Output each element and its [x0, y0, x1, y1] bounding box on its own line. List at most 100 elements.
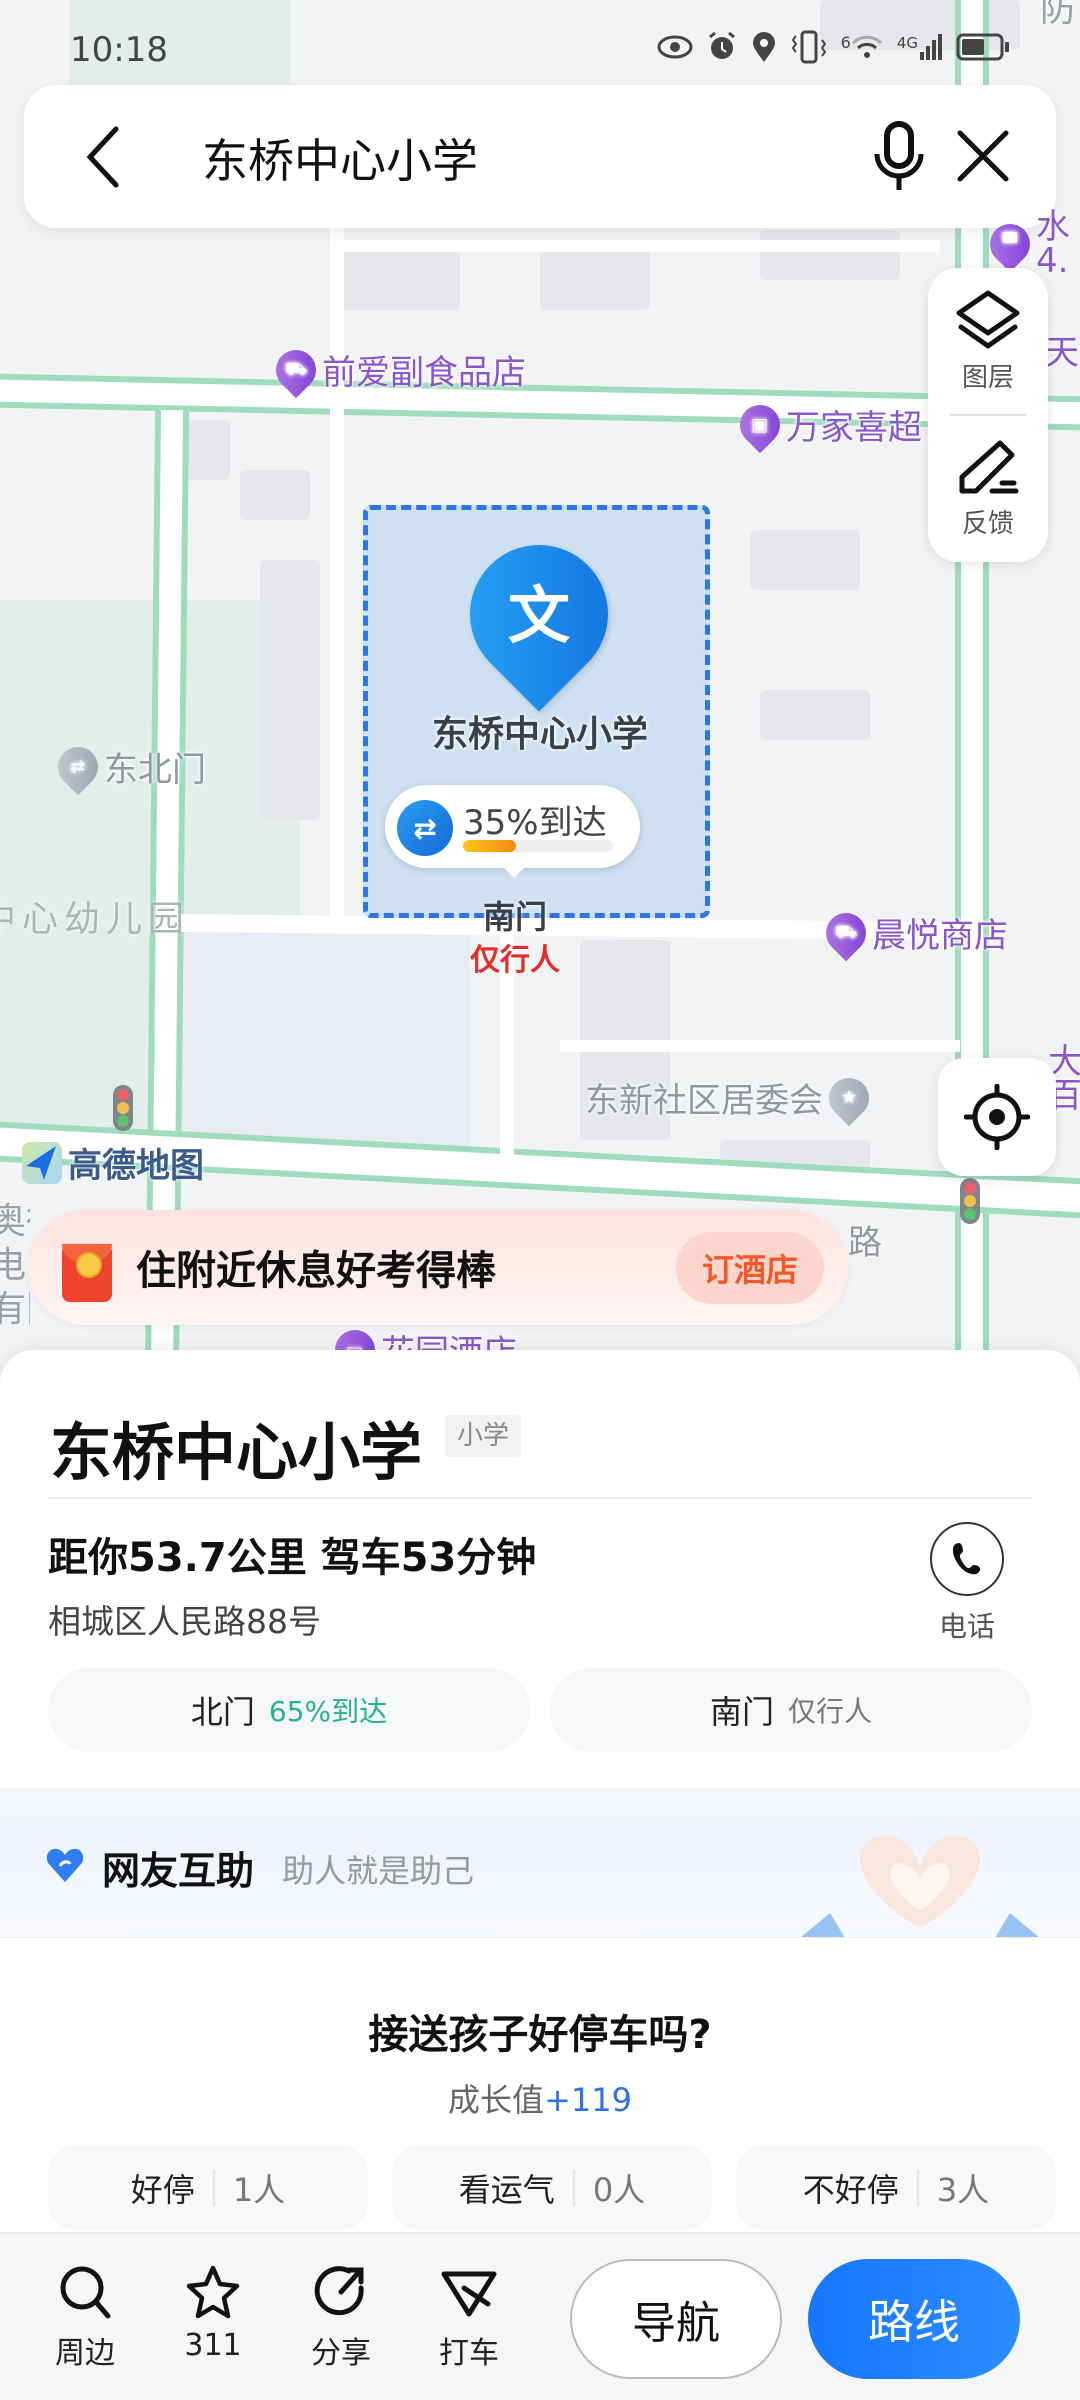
taxi-icon [441, 2271, 497, 2317]
traffic-light-icon [960, 1178, 980, 1224]
status-bar: 10:18 6 4G [0, 0, 1080, 80]
gate-note: 仅行人 [788, 1695, 873, 1728]
promo-text: 住附近休息好考得棒 [136, 1248, 496, 1294]
arrival-progress-fill [463, 840, 516, 852]
chevron-left-icon[interactable] [84, 125, 124, 189]
feedback-button[interactable]: 反馈 [928, 415, 1048, 562]
arrival-progress [463, 840, 613, 852]
food-icon: ▀ [981, 215, 1039, 273]
school-icon: 文 [507, 579, 570, 652]
map-poi-gate[interactable]: ⇄ 东北门 [49, 738, 206, 795]
map-road [340, 240, 940, 252]
category-tag: 小学 [445, 1415, 522, 1457]
place-title: 东桥中心小学 [50, 1416, 423, 1489]
layers-label: 图层 [961, 363, 1014, 393]
location-icon [752, 32, 775, 62]
cart-icon: ⛟ [817, 904, 875, 961]
selected-place-label: 东桥中心小学 [431, 714, 648, 755]
search-bar[interactable]: 东桥中心小学 [24, 85, 1056, 228]
map-building [240, 470, 310, 520]
map-building [170, 930, 470, 1160]
vote-bad-parking[interactable]: 不好停 3人 [736, 2145, 1056, 2230]
gate-note: 仅行人 [470, 943, 560, 978]
distance-info: 距你53.7公里 驾车53分钟 [48, 1535, 537, 1581]
search-icon [60, 2266, 111, 2319]
favorite-button[interactable]: 311 [168, 2264, 258, 2363]
map-building [260, 560, 320, 820]
store-icon: ▣ [731, 396, 789, 453]
heart-icon [46, 1848, 84, 1882]
map-building [340, 250, 460, 310]
bottom-action-bar: 周边 311 分享 打车 导航 路线 [0, 2232, 1080, 2400]
parking-question: 接送孩子好停车吗? [368, 2012, 712, 2058]
taxi-button[interactable]: 打车 [424, 2264, 514, 2372]
layers-icon [956, 290, 1020, 349]
vote-good-parking[interactable]: 好停 1人 [48, 2145, 368, 2230]
gate-label[interactable]: 南门 [470, 892, 560, 938]
microphone-icon[interactable] [869, 120, 929, 192]
wifi-icon: 6 [841, 33, 883, 61]
growth-reward: 成长值+119 [448, 2081, 632, 2119]
section-title: 网友互助 [102, 1849, 255, 1893]
battery-icon [956, 33, 1009, 61]
phone-label: 电话 [938, 1610, 995, 1643]
map-building [760, 690, 870, 740]
map-building [540, 250, 650, 310]
map-poi[interactable]: ▣ 万家喜超 [731, 396, 922, 453]
red-envelope-icon [62, 1244, 112, 1302]
arrival-text: 35%到达 [463, 803, 607, 843]
map-view[interactable]: 10:18 6 4G 防平值班室 东桥中心小学 ▀ 水4. 天 图层 [0, 0, 1080, 1380]
eye-icon [657, 35, 693, 59]
map-road [330, 140, 344, 920]
map-building [750, 530, 860, 590]
map-poi[interactable]: ⛟ 前爱副食品店 [267, 341, 526, 398]
share-button[interactable]: 分享 [296, 2264, 386, 2372]
phone-icon [952, 1543, 981, 1575]
gate-name: 北门 [190, 1693, 255, 1731]
amap-logo: 高德地图 [22, 1138, 204, 1187]
pencil-icon [959, 440, 1019, 494]
star-icon [186, 2265, 240, 2319]
route-button[interactable]: 路线 [808, 2259, 1020, 2379]
search-input[interactable]: 东桥中心小学 [202, 125, 478, 191]
gate-north-button[interactable]: 北门 65%到达 [48, 1668, 530, 1752]
crosshair-icon [964, 1084, 1030, 1150]
phone-button[interactable] [930, 1522, 1004, 1596]
traffic-light-icon [113, 1085, 133, 1131]
map-area-label: 中心幼儿园 [0, 899, 191, 940]
vibrate-icon [791, 30, 826, 64]
signal-4g-icon: 4G [897, 34, 942, 60]
map-poi[interactable]: 天 [1045, 325, 1079, 374]
section-subtitle: 助人就是助己 [282, 1852, 475, 1890]
star-icon: ★ [820, 1069, 878, 1126]
address: 相城区人民路88号 [48, 1602, 321, 1641]
vote-depends-on-luck[interactable]: 看运气 0人 [392, 2145, 712, 2230]
close-icon[interactable] [954, 127, 1012, 185]
community-help-header: 网友互助 助人就是助己 [0, 1788, 1080, 1938]
feedback-label: 反馈 [961, 509, 1014, 539]
map-road-label: 路 [848, 1223, 882, 1263]
arrival-bubble[interactable]: ⇄ 35%到达 [385, 785, 640, 878]
navigate-button[interactable]: 导航 [570, 2259, 782, 2379]
cart-icon: ⛟ [267, 341, 325, 398]
map-poi[interactable]: ⛟ 晨悦商店 [817, 904, 1008, 961]
alarm-icon [708, 31, 735, 59]
map-building [760, 230, 900, 280]
hotel-promo-banner[interactable]: 住附近休息好考得棒 订酒店 [28, 1210, 848, 1325]
nearby-button[interactable]: 周边 [40, 2264, 130, 2372]
gate-icon: ⇄ [397, 800, 453, 856]
layers-button[interactable]: 图层 [928, 268, 1048, 415]
gate-south-button[interactable]: 南门 仅行人 [550, 1668, 1032, 1752]
map-label: 防平值班室 [1040, 0, 1080, 30]
map-area-label: 奥得电有限 [0, 1201, 30, 1330]
gate-note: 65%到达 [268, 1695, 388, 1728]
map-poi[interactable]: ★ 东新社区居委会 [585, 1069, 878, 1126]
gate-icon: ⇄ [49, 738, 107, 795]
heart-hands-illustration [801, 1835, 1039, 1937]
map-road [560, 1040, 960, 1052]
locate-me-button[interactable] [938, 1058, 1056, 1176]
share-icon [314, 2266, 364, 2316]
clock: 10:18 [70, 30, 168, 70]
book-hotel-button[interactable]: 订酒店 [676, 1232, 824, 1304]
status-icons: 6 4G [657, 30, 1010, 64]
